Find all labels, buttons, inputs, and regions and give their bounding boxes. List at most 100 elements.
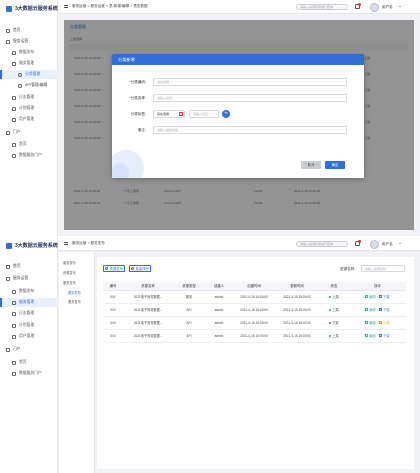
shelf-down-icon [379, 308, 383, 311]
category-name-input[interactable]: 请输入名称 [153, 94, 347, 102]
col-created[interactable]: 创建时间 [233, 282, 275, 291]
toggle-shelf-button[interactable]: 上架 [379, 320, 390, 325]
category-code-input[interactable]: 请先选择 [153, 78, 347, 86]
plan-icon [12, 106, 16, 111]
edit-button[interactable]: 编辑 [365, 320, 376, 325]
edit-button[interactable]: 编辑 [365, 294, 376, 299]
resource-publish-button[interactable]: 资源发布 [103, 265, 125, 272]
col-ops: 操作 [349, 282, 406, 291]
sidebar-item-user-mgmt[interactable]: 用户管理 [0, 332, 58, 341]
table-header: 编号 资源名称 资源类型 创建人 创建时间 更新时间 状态 操作 [103, 282, 406, 291]
search-input-bottom[interactable]: 请输入资源名称进行查询 [296, 241, 348, 247]
sidebar-item-api-mgmt[interactable]: API管理/编辑 [0, 81, 58, 90]
status-badge: 下架 [332, 321, 339, 325]
cell-creator: admin [205, 316, 233, 330]
publish-icon [12, 50, 16, 55]
status-badge: 上架 [332, 334, 339, 338]
edit-button[interactable]: 编辑 [365, 333, 376, 338]
modal-decoration [112, 150, 144, 178]
table-row: 002 2021电子商务数据... API admin 2021-4-15 15… [103, 303, 406, 317]
sidebar-item-plan-mgmt[interactable]: 计划管理 [0, 104, 58, 113]
sidebar-item-plan-mgmt[interactable]: 计划管理 [0, 321, 58, 330]
portal-service-icon [12, 153, 16, 158]
sidebar-item-data-publish[interactable]: 数据发布 [0, 48, 58, 57]
toggle-shelf-button[interactable]: 下架 [379, 294, 390, 299]
sidebar-item-service-mgmt[interactable]: 服务管理 [0, 59, 58, 68]
table-row: 001 2021电子商务数据... 服务 admin 2021-4-15 15:… [103, 290, 406, 304]
publish-icon [12, 289, 16, 294]
sidebar-item-portal-service[interactable]: 数据服务门户 [0, 369, 58, 378]
tag-input[interactable]: 请输入标签 [189, 110, 219, 118]
sub-menu-item-1[interactable]: 服务发布 [63, 260, 76, 265]
cancel-button[interactable]: 取消 [301, 161, 321, 169]
sidebar-item-home[interactable]: 首页 [0, 262, 58, 271]
sub-menu-item-5[interactable]: 服务发布 [68, 299, 81, 304]
shelf-down-icon [379, 334, 383, 337]
user-icon [12, 334, 16, 339]
cell-id: 001 [103, 290, 123, 304]
search-input[interactable]: 请输入资源名称进行查询 [296, 4, 348, 10]
menu-toggle-icon[interactable] [64, 5, 68, 8]
cell-ops: 编辑 下架 [349, 290, 406, 304]
sidebar-item-homepage[interactable]: 首页 [0, 140, 58, 149]
cell-id: 002 [103, 303, 123, 317]
sidebar: 3大数据云服务系统 首页 服务运营 数据发布 服务管理 分类管理 API管理/编… [0, 0, 58, 236]
sidebar-item-user-mgmt[interactable]: 用户管理 [0, 115, 58, 124]
cell-id: 003 [103, 316, 123, 330]
cell-updated: 2021-4-15 15:00:00 [275, 303, 319, 317]
sub-menu-item-2[interactable]: 资源发布 [63, 270, 76, 275]
cell-creator: admin [205, 329, 233, 343]
chevron-down-icon[interactable] [399, 243, 401, 244]
sidebar-item-home[interactable]: 首页 [0, 26, 58, 35]
filter-input[interactable]: 请输入资源名称 [361, 265, 405, 272]
notification-badge [358, 239, 361, 243]
sidebar-item-category-mgmt[interactable]: 分类管理 [0, 70, 58, 79]
edit-icon [365, 321, 369, 324]
category-add-modal: 分类新增 *分类编码: 请先选择 *分类名称: 请输入名称 分类标签: 请先选择… [112, 54, 364, 178]
sub-menu-item-4[interactable]: 服务发布 [68, 290, 81, 295]
avatar[interactable] [370, 2, 379, 12]
dot-icon [18, 83, 22, 88]
tag-select-icon[interactable] [179, 112, 183, 116]
sidebar-item-service-ops[interactable]: 服务运营 [0, 274, 58, 283]
batch-operate-button[interactable]: 批量操作 [129, 265, 151, 272]
confirm-button[interactable]: 确定 [325, 161, 345, 169]
breadcrumb: 服务运营 > 服务运营 > 表-新增/编辑 > 预览数据 [64, 4, 148, 9]
logo-icon [6, 242, 12, 249]
chevron-down-icon[interactable] [399, 6, 401, 7]
sidebar-item-homepage[interactable]: 首页 [0, 358, 58, 367]
plus-circle-icon [104, 267, 108, 270]
col-updated[interactable]: 更新时间 [275, 282, 319, 291]
col-status[interactable]: 状态 [319, 282, 349, 291]
username-bottom[interactable]: 用户名 [382, 242, 393, 247]
add-tag-button[interactable]: + [222, 110, 230, 118]
modal-header: 分类新增 [112, 54, 364, 65]
service-icon [12, 300, 16, 305]
cell-name: 2021电子商务数据... [123, 290, 173, 304]
avatar[interactable] [370, 239, 379, 249]
sub-menu-item-3[interactable]: 服务发布 [63, 280, 76, 285]
cell-updated: 2021-4-15 15:00:00 [275, 316, 319, 330]
sidebar-bottom: 3大数据云服务系统 首页 服务运营 数据发布 服务管理 日志管理 计划管理 用户… [0, 237, 58, 473]
remark-input[interactable]: 请输入描述内容 [153, 126, 347, 134]
toggle-shelf-button[interactable]: 下架 [379, 307, 390, 312]
sidebar-item-log-mgmt[interactable]: 日志管理 [0, 309, 58, 318]
toggle-shelf-button[interactable]: 下架 [379, 333, 390, 338]
cell-ops: 编辑 上架 [349, 316, 406, 330]
menu-toggle-icon[interactable] [64, 242, 68, 245]
cell-creator: admin [205, 290, 233, 304]
cell-name: 2021电子商务数据... [123, 316, 173, 330]
edit-button[interactable]: 编辑 [365, 307, 376, 312]
sidebar-item-service-mgmt[interactable]: 服务管理 [0, 298, 58, 307]
username[interactable]: 用户名 [382, 5, 393, 10]
sidebar-item-service-ops[interactable]: 服务运营 [0, 37, 58, 46]
batch-icon [130, 267, 134, 270]
cell-created: 2021-4-15 15:00:00 [233, 303, 275, 317]
sidebar-item-data-publish[interactable]: 数据发布 [0, 287, 58, 296]
sidebar-item-portal-service[interactable]: 数据服务门户 [0, 151, 58, 160]
status-dot [329, 321, 332, 324]
sidebar-item-log-mgmt[interactable]: 日志管理 [0, 93, 58, 102]
sidebar-item-portal[interactable]: 门户 [0, 128, 58, 137]
sidebar-item-portal[interactable]: 门户 [0, 345, 58, 354]
home-icon [6, 264, 10, 269]
